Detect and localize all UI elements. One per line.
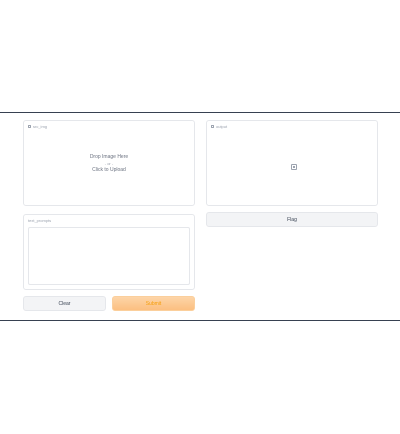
drop-text: Drop Image Here <box>89 154 129 160</box>
flag-button[interactable]: Flag <box>206 212 378 227</box>
text-prompts-panel: text_prompts <box>23 214 195 290</box>
image-upload-dropzone[interactable]: src_img Drop Image Here - or - Click to … <box>23 120 195 206</box>
submit-button[interactable]: Submit <box>112 296 195 311</box>
image-icon <box>211 125 214 128</box>
clear-button[interactable]: Clear <box>23 296 106 311</box>
click-to-upload-text: Click to Upload <box>92 167 126 173</box>
top-divider <box>0 112 400 113</box>
drop-instructions: Drop Image Here - or - Click to Upload <box>24 153 194 174</box>
image-placeholder-icon <box>291 164 297 170</box>
bottom-divider <box>0 320 400 321</box>
image-input-label: src_img <box>28 124 47 129</box>
text-prompts-input[interactable] <box>28 227 190 285</box>
image-icon <box>28 125 31 128</box>
output-image-panel: output <box>206 120 378 206</box>
output-label-text: output <box>216 124 228 129</box>
image-input-label-text: src_img <box>33 124 48 129</box>
text-prompts-label-text: text_prompts <box>28 218 52 223</box>
text-prompts-label: text_prompts <box>28 218 51 223</box>
output-label: output <box>211 124 227 129</box>
